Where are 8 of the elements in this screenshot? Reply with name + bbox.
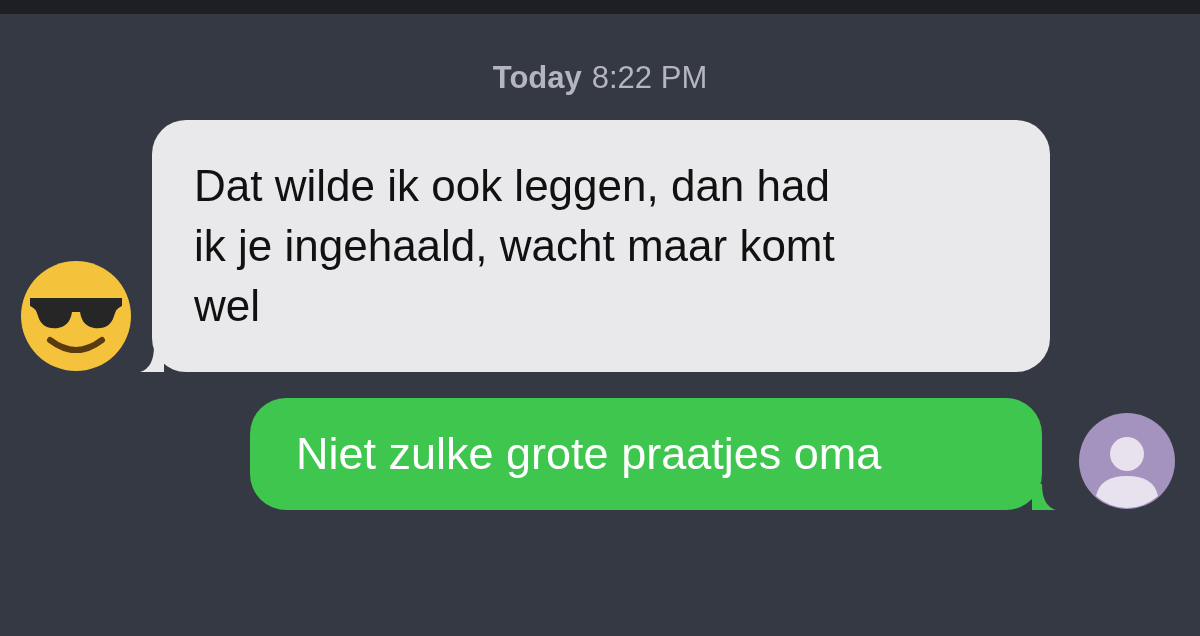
bubble-tail-icon [1032,484,1056,510]
sunglasses-emoji-icon [20,260,132,372]
bubble-tail-icon [140,346,164,372]
timestamp-day: Today [492,58,582,98]
message-bubble: Niet zulke grote praatjes oma [250,398,1042,510]
message-bubble: Dat wilde ik ook leggen, dan had ik je ingehaald, wacht maar komt wel [152,120,1050,372]
timestamp-time: 8:22 PM [591,59,708,97]
avatar-icon [1078,412,1176,510]
